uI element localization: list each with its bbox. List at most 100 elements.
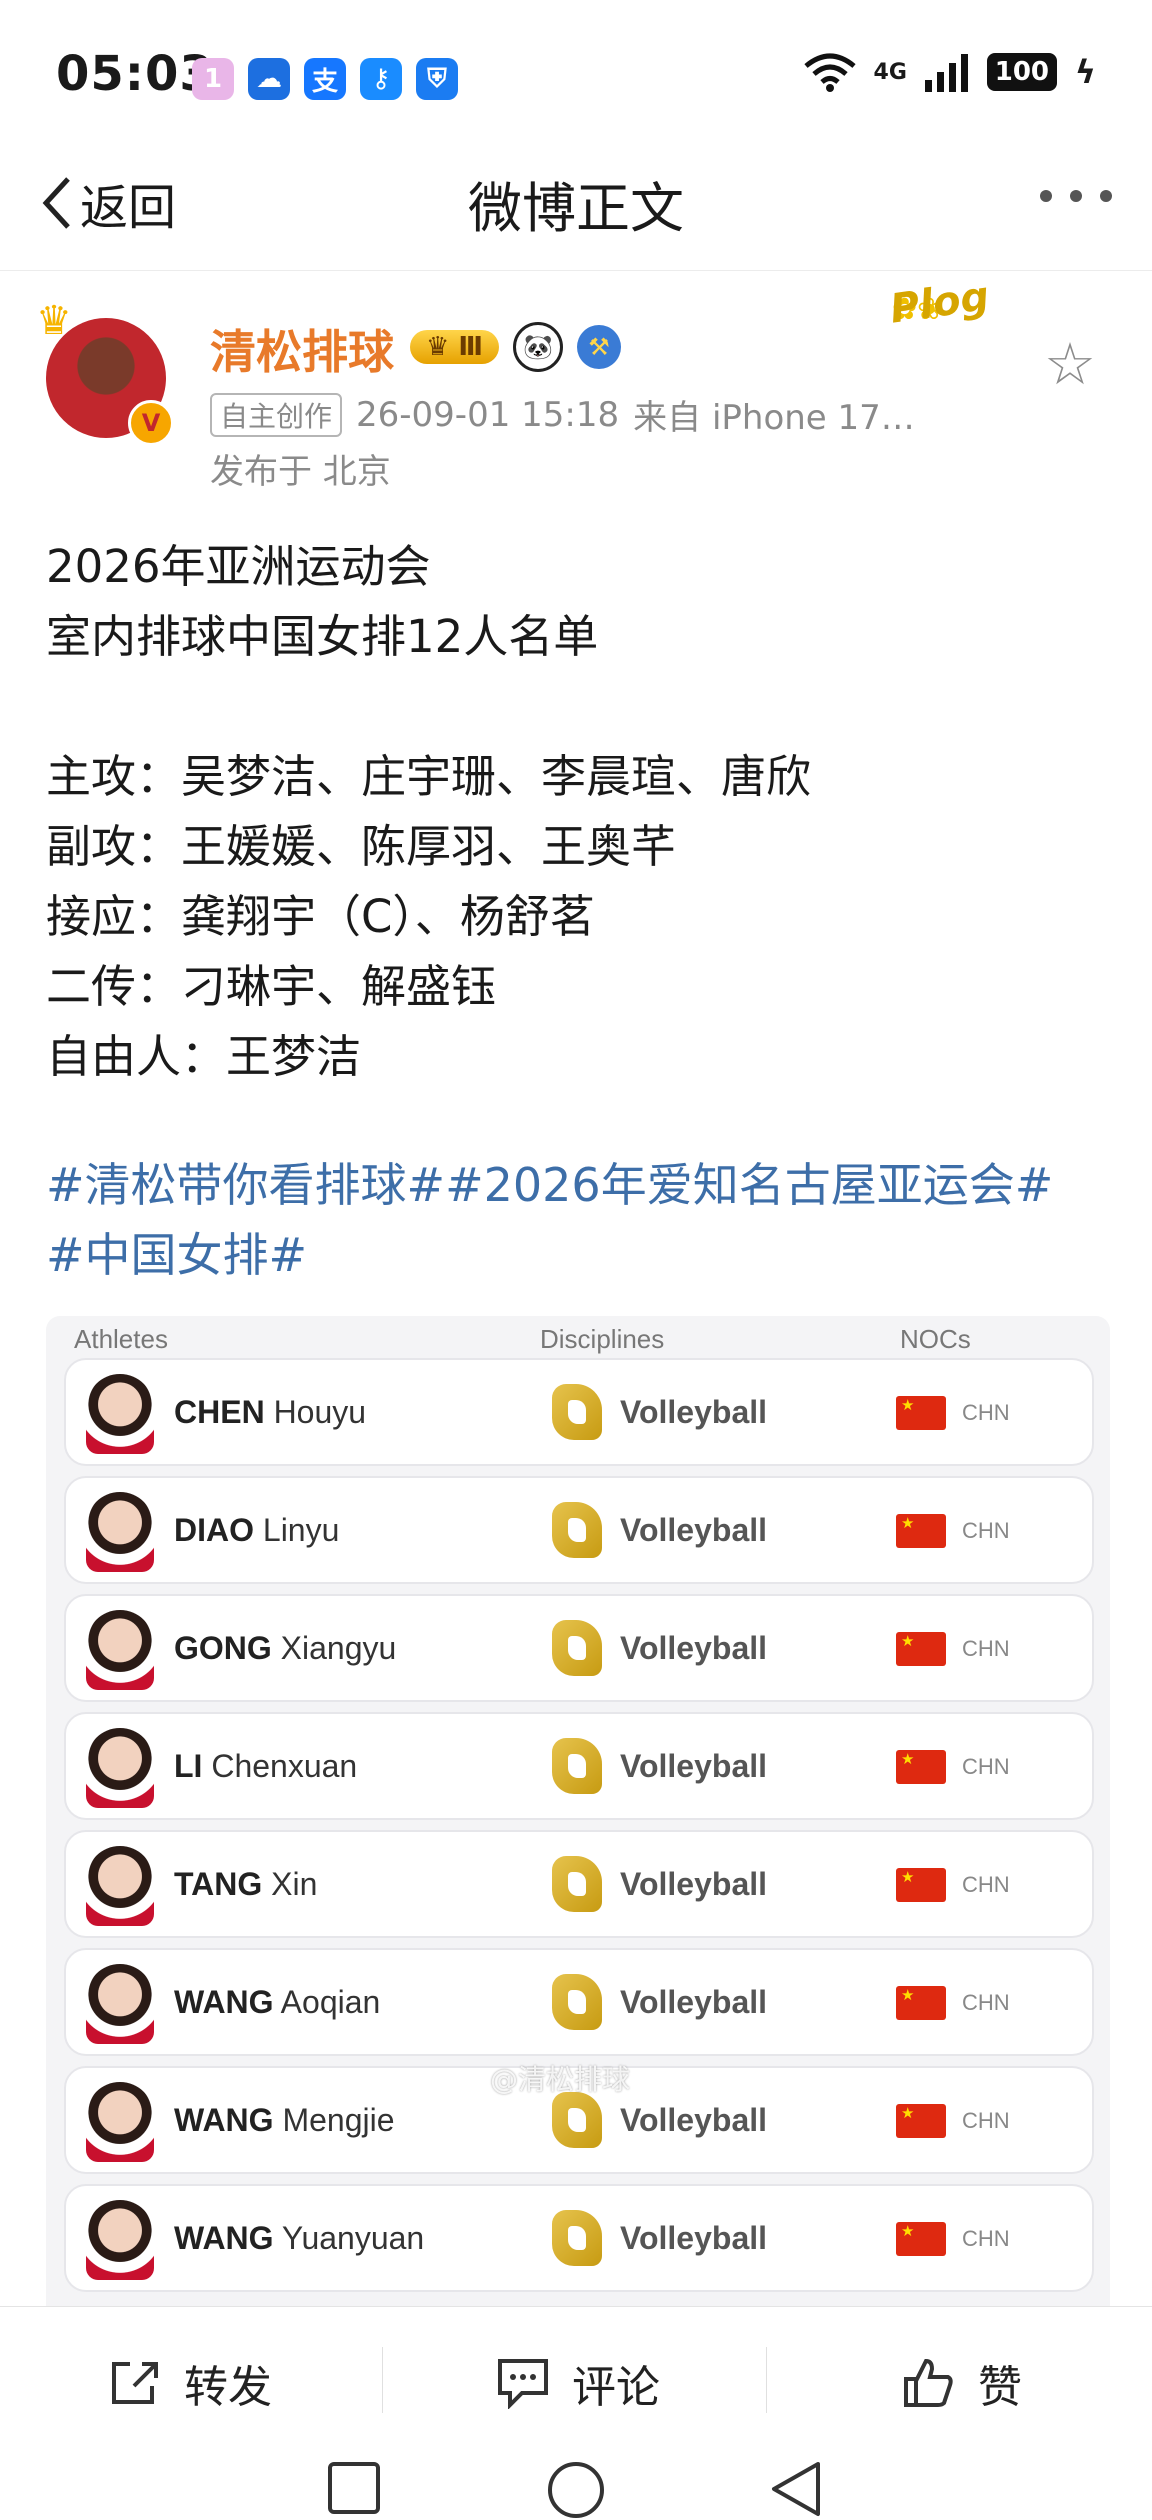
athlete-row: LI Chenxuan Volleyball CHN bbox=[64, 1712, 1094, 1820]
post-body: 2026年亚洲运动会 室内排球中国女排12人名单 主攻：吴梦洁、庄宇珊、李晨瑄、… bbox=[46, 532, 1106, 1092]
crown-icon: ♛ bbox=[36, 298, 72, 344]
network-type-label: 4G bbox=[873, 59, 907, 85]
wifi-icon bbox=[803, 53, 856, 92]
athlete-row: DIAO Linyu Volleyball CHN bbox=[64, 1476, 1094, 1584]
volleyball-pictogram-icon bbox=[552, 1974, 602, 2030]
recent-apps-button[interactable] bbox=[326, 2460, 382, 2516]
noc-code: CHN bbox=[962, 1636, 1010, 1661]
athlete-family-name: DIAO bbox=[174, 1512, 254, 1548]
author-username[interactable]: 清松排球 bbox=[210, 316, 394, 382]
shield-app-icon: ⛨ bbox=[416, 58, 458, 100]
home-button[interactable] bbox=[546, 2460, 606, 2520]
cloud-app-icon: ☁ bbox=[248, 58, 290, 100]
athlete-given-name: Aoqian bbox=[280, 1984, 381, 2020]
more-options-button[interactable] bbox=[1040, 190, 1112, 202]
post-line-setters: 二传：刁琳宇、解盛钰 bbox=[46, 960, 497, 1013]
volleyball-pictogram-icon bbox=[552, 1738, 602, 1794]
athlete-name: TANG Xin bbox=[174, 1866, 317, 1903]
status-time: 05:03 bbox=[56, 46, 214, 102]
china-flag-icon bbox=[896, 1986, 946, 2020]
volleyball-pictogram-icon bbox=[552, 1384, 602, 1440]
noc-code: CHN bbox=[962, 2108, 1010, 2133]
comment-icon bbox=[498, 2359, 548, 2409]
more-dot bbox=[1100, 190, 1112, 202]
post-hashtags: #清松带你看排球##2026年爱知名古屋亚运会# #中国女排# bbox=[46, 1150, 1116, 1290]
panda-icon[interactable]: 🐼 bbox=[512, 322, 563, 372]
image-watermark: @清松排球 bbox=[490, 2063, 631, 2096]
athlete-name: WANG Aoqian bbox=[174, 1984, 380, 2021]
roster-header: Athletes Disciplines NOCs bbox=[46, 1316, 1110, 1356]
post-line-libero: 自由人：王梦洁 bbox=[46, 1030, 362, 1083]
athlete-photo bbox=[86, 2200, 154, 2280]
discipline-label: Volleyball bbox=[620, 1394, 768, 1430]
athlete-given-name: Mengjie bbox=[282, 2102, 395, 2138]
more-dots-icon bbox=[1040, 190, 1052, 202]
battery-indicator: 100 bbox=[986, 53, 1057, 91]
china-flag-icon bbox=[896, 2222, 946, 2256]
author-badges: ♛ Ⅲ 🐼 ⚒ bbox=[410, 322, 621, 372]
discipline-label: Volleyball bbox=[620, 1630, 768, 1666]
discipline-label: Volleyball bbox=[620, 1984, 768, 2020]
repost-button[interactable]: 转发 bbox=[108, 2351, 272, 2415]
post-line-outside-hitters: 主攻：吴梦洁、庄宇珊、李晨瑄、唐欣 bbox=[46, 750, 812, 803]
plog-sticker-text: Plog bbox=[887, 273, 992, 333]
bottom-action-bar: 转发 评论 赞 bbox=[0, 2306, 1152, 2457]
post-image-roster[interactable]: Athletes Disciplines NOCs CHEN Houyu Voll… bbox=[46, 1316, 1110, 2320]
system-navigation-bar bbox=[0, 2456, 1152, 2520]
discipline-label: Volleyball bbox=[620, 1512, 768, 1548]
like-label: 赞 bbox=[978, 2362, 1022, 2413]
key-app-icon: ⚷ bbox=[360, 58, 402, 100]
hashtag-link[interactable]: #清松带你看排球# bbox=[46, 1158, 445, 1212]
volleyball-pictogram-icon bbox=[552, 1620, 602, 1676]
comment-button[interactable]: 评论 bbox=[496, 2351, 660, 2415]
noc-code: CHN bbox=[962, 1518, 1010, 1543]
vip-level-badge[interactable]: ♛ Ⅲ bbox=[410, 330, 499, 364]
charging-icon: ϟ bbox=[1074, 53, 1096, 91]
hashtag-link[interactable]: #中国女排# bbox=[46, 1228, 307, 1282]
athlete-photo bbox=[86, 1728, 154, 1808]
header-athletes: Athletes bbox=[74, 1324, 168, 1354]
athlete-photo bbox=[86, 1964, 154, 2044]
header-nocs: NOCs bbox=[900, 1324, 971, 1354]
athlete-row: GONG Xiangyu Volleyball CHN bbox=[64, 1594, 1094, 1702]
noc-code: CHN bbox=[962, 1990, 1010, 2015]
alipay-app-icon: 支 bbox=[304, 58, 346, 100]
noc-code: CHN bbox=[962, 2226, 1010, 2251]
post-line-blank bbox=[46, 672, 1106, 742]
athlete-name: WANG Mengjie bbox=[174, 2102, 395, 2139]
athlete-name: DIAO Linyu bbox=[174, 1512, 339, 1549]
thumbs-up-icon bbox=[904, 2358, 953, 2407]
noc-code: CHN bbox=[962, 1400, 1010, 1425]
volleyball-pictogram-icon bbox=[552, 2092, 602, 2148]
athlete-given-name: Houyu bbox=[273, 1394, 367, 1430]
hammer-badge-icon[interactable]: ⚒ bbox=[576, 325, 621, 369]
athlete-family-name: WANG bbox=[174, 2220, 274, 2256]
china-flag-icon bbox=[896, 1514, 946, 1548]
athlete-name: LI Chenxuan bbox=[174, 1748, 357, 1785]
athlete-family-name: LI bbox=[174, 1748, 203, 1784]
discipline-label: Volleyball bbox=[620, 2220, 768, 2256]
action-divider bbox=[382, 2347, 383, 2413]
status-bar: 05:03 1 ☁ 支 ⚷ ⛨ 4G 100 ϟ bbox=[0, 0, 1152, 140]
china-flag-icon bbox=[896, 1868, 946, 1902]
discipline-label: Volleyball bbox=[620, 1748, 768, 1784]
athlete-given-name: Xin bbox=[271, 1866, 318, 1902]
china-flag-icon bbox=[896, 1396, 946, 1430]
athlete-row: CHEN Houyu Volleyball CHN bbox=[64, 1358, 1094, 1466]
china-flag-icon bbox=[896, 1632, 946, 1666]
discipline-label: Volleyball bbox=[620, 1866, 768, 1902]
hashtag-link[interactable]: #2026年爱知名古屋亚运会# bbox=[445, 1158, 1053, 1212]
source-tag: 自主创作 bbox=[210, 392, 343, 437]
athlete-family-name: CHEN bbox=[174, 1394, 265, 1430]
like-button[interactable]: 赞 bbox=[902, 2351, 1022, 2415]
athlete-row: WANG Yuanyuan Volleyball CHN bbox=[64, 2184, 1094, 2292]
favorite-star-button[interactable]: ☆ bbox=[1044, 330, 1096, 398]
back-nav-button[interactable] bbox=[768, 2460, 824, 2518]
athlete-family-name: WANG bbox=[174, 2102, 274, 2138]
status-right-group: 4G 100 ϟ bbox=[803, 52, 1096, 92]
signal-icon bbox=[924, 54, 968, 92]
athlete-given-name: Xiangyu bbox=[280, 1630, 397, 1666]
post-location: 发布于 北京 bbox=[210, 452, 391, 492]
athlete-family-name: TANG bbox=[174, 1866, 263, 1902]
discipline-label: Volleyball bbox=[620, 2102, 768, 2138]
